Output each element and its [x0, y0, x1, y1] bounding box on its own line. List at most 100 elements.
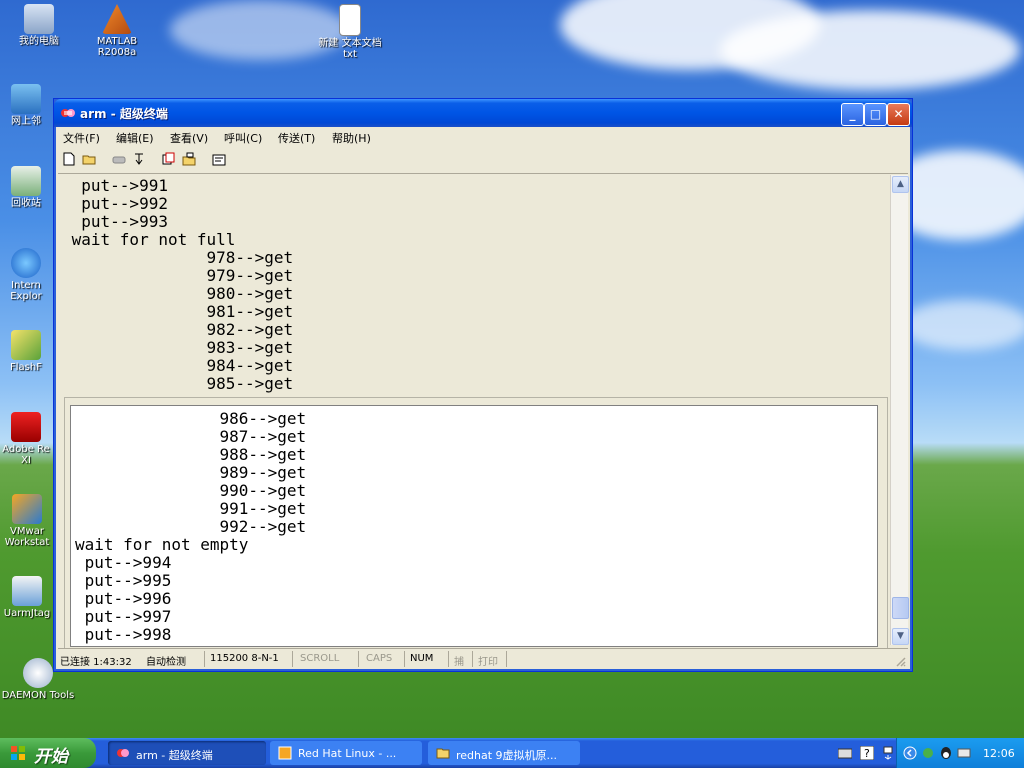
- terminal-window: arm - 超级终端 _ □ ✕ 文件(F) 编辑(E) 查看(V) 呼叫(C)…: [53, 98, 913, 672]
- language-bar-icon[interactable]: [882, 746, 894, 760]
- taskbar: 开始 arm - 超级终端 Red Hat Linux - ... redhat…: [0, 738, 1024, 768]
- terminal-line: put-->991: [62, 176, 168, 195]
- network-tray-icon[interactable]: [921, 746, 935, 760]
- menu-view[interactable]: 查看(V): [170, 130, 208, 146]
- terminal-line: 979-->get: [62, 266, 294, 285]
- terminal-line: 980-->get: [62, 284, 294, 303]
- desktop-icon-network[interactable]: 网上邻: [0, 84, 52, 127]
- hyperterminal-icon: [117, 749, 129, 757]
- terminal-line: put-->992: [62, 194, 168, 213]
- status-scroll: SCROLL: [300, 653, 340, 664]
- status-bar: 已连接 1:43:32 自动检测 115200 8-N-1 SCROLL CAP…: [58, 648, 908, 669]
- terminal-line: 982-->get: [62, 320, 294, 339]
- terminal-line: put-->995: [75, 571, 172, 590]
- terminal-line: 984-->get: [62, 356, 294, 375]
- terminal-line: 987-->get: [75, 427, 307, 446]
- terminal-line: 989-->get: [75, 463, 307, 482]
- terminal-line: put-->994: [75, 553, 172, 572]
- desktop-icon-ie[interactable]: Intern Explor: [0, 248, 52, 302]
- daemon-tools-icon: [23, 658, 53, 688]
- terminal-line: wait for not full: [62, 230, 236, 249]
- toolbar: [58, 147, 908, 174]
- desktop-icon-recycle-bin[interactable]: 回收站: [0, 166, 52, 209]
- menu-bar: 文件(F) 编辑(E) 查看(V) 呼叫(C) 传送(T) 帮助(H): [58, 127, 908, 147]
- svg-text:?: ?: [864, 747, 870, 760]
- qq-tray-icon[interactable]: [939, 746, 953, 760]
- terminal-line: put-->996: [75, 589, 172, 608]
- scroll-thumb[interactable]: [892, 597, 909, 619]
- clock[interactable]: 12:06: [983, 747, 1015, 760]
- matlab-icon: [102, 4, 132, 34]
- desktop-icon-vmware[interactable]: VMwar Workstat: [0, 494, 54, 548]
- internet-explorer-icon: [11, 248, 41, 278]
- desktop-icon-flashfxp[interactable]: FlashF: [0, 330, 52, 373]
- terminal-line: 986-->get: [75, 409, 307, 428]
- taskbar-item-folder[interactable]: redhat 9虚拟机原...: [428, 741, 580, 765]
- terminal-line: 978-->get: [62, 248, 294, 267]
- taskbar-item-redhat[interactable]: Red Hat Linux - ...: [270, 741, 422, 765]
- start-label: 开始: [34, 747, 68, 767]
- terminal-line: put-->993: [62, 212, 168, 231]
- start-button[interactable]: 开始: [0, 738, 96, 768]
- status-print: 打印: [478, 657, 498, 668]
- uarmjtag-icon: [12, 576, 42, 606]
- terminal-line: 991-->get: [75, 499, 307, 518]
- flashfxp-icon: [11, 330, 41, 360]
- menu-edit[interactable]: 编辑(E): [116, 130, 154, 146]
- menu-file[interactable]: 文件(F): [63, 130, 100, 146]
- vmware-icon: [12, 494, 42, 524]
- send-icon[interactable]: [162, 152, 176, 166]
- scroll-down-button[interactable]: ▼: [892, 628, 909, 645]
- terminal-screen[interactable]: 986-->get 987-->get 988-->get 989-->get …: [70, 405, 878, 647]
- properties-icon[interactable]: [212, 152, 226, 166]
- taskbar-item-hyperterminal[interactable]: arm - 超级终端: [108, 741, 266, 765]
- keyboard-icon[interactable]: [838, 747, 852, 759]
- terminal-line: 983-->get: [62, 338, 294, 357]
- help-icon[interactable]: ?: [860, 746, 874, 760]
- chevron-left-icon[interactable]: [903, 746, 917, 760]
- terminal-scrollback: put-->991 put-->992 put-->993 wait for n…: [58, 175, 891, 395]
- desktop-icon-adobe-reader[interactable]: Adobe Re XI: [0, 412, 52, 466]
- minimize-button[interactable]: _: [841, 103, 864, 126]
- terminal-line: put-->997: [75, 607, 172, 626]
- system-tray: 12:06: [896, 738, 1024, 768]
- terminal-line: 985-->get: [62, 374, 294, 393]
- terminal-line: 988-->get: [75, 445, 307, 464]
- status-detect: 自动检测: [146, 657, 186, 668]
- network-icon: [11, 84, 41, 114]
- resize-grip-icon[interactable]: [894, 655, 906, 667]
- scroll-up-button[interactable]: ▲: [892, 176, 909, 193]
- status-num: NUM: [410, 653, 434, 664]
- phone-icon[interactable]: [112, 152, 126, 166]
- vertical-scrollbar[interactable]: ▲ ▼: [890, 175, 909, 645]
- terminal-line: put-->998: [75, 625, 172, 644]
- desktop-icon-text-file[interactable]: 新建 文本文档 txt: [313, 4, 387, 60]
- close-button[interactable]: ✕: [887, 103, 910, 126]
- status-caps: CAPS: [366, 653, 393, 664]
- status-connected: 已连接 1:43:32: [60, 657, 132, 668]
- desktop-icon-matlab[interactable]: MATLAB R2008a: [80, 4, 154, 58]
- menu-transfer[interactable]: 传送(T): [278, 130, 315, 146]
- disconnect-icon[interactable]: [132, 152, 146, 166]
- computer-icon: [24, 4, 54, 34]
- menu-help[interactable]: 帮助(H): [332, 130, 371, 146]
- open-folder-icon[interactable]: [82, 152, 96, 166]
- maximize-button[interactable]: □: [864, 103, 887, 126]
- menu-call[interactable]: 呼叫(C): [224, 130, 262, 146]
- terminal-line: wait for not empty: [75, 535, 249, 554]
- desktop-icon-my-computer[interactable]: 我的电脑: [2, 4, 76, 47]
- adobe-reader-icon: [11, 412, 41, 442]
- window-title: arm - 超级终端: [80, 107, 168, 121]
- terminal-line: 981-->get: [62, 302, 294, 321]
- recycle-bin-icon: [11, 166, 41, 196]
- vmware-icon: [278, 746, 292, 760]
- new-file-icon[interactable]: [62, 152, 76, 166]
- text-file-icon: [339, 4, 361, 36]
- desktop-icon-uarmjtag[interactable]: UarmJtag: [0, 576, 54, 619]
- window-titlebar[interactable]: arm - 超级终端 _ □ ✕: [54, 99, 912, 127]
- folder-icon: [436, 748, 450, 759]
- tray-app-icon[interactable]: [957, 746, 971, 760]
- hyperterminal-icon: [61, 109, 75, 117]
- terminal-line: 990-->get: [75, 481, 307, 500]
- receive-icon[interactable]: [182, 152, 196, 166]
